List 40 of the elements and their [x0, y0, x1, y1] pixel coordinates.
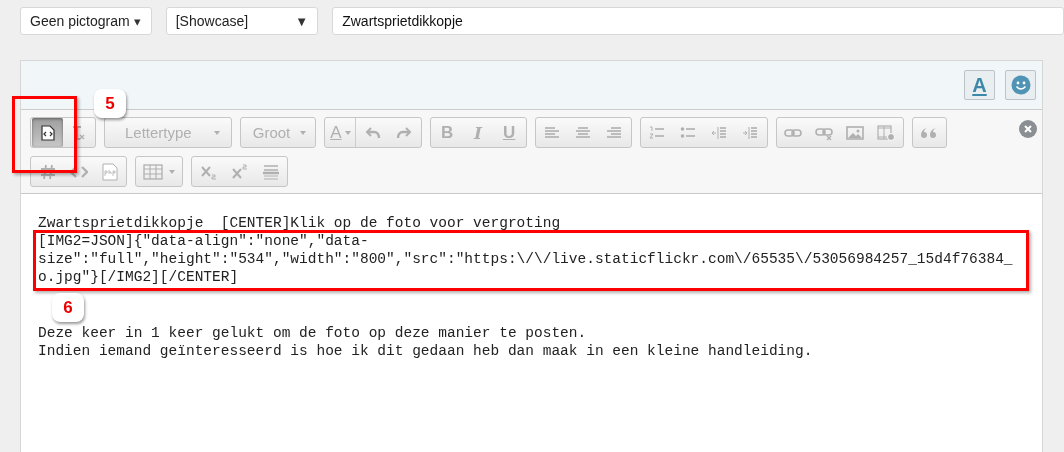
- title-field[interactable]: Zwartsprietdikkopje: [332, 7, 1064, 35]
- caret-icon: [300, 130, 307, 135]
- close-button[interactable]: [1019, 120, 1037, 138]
- step-number: 5: [94, 89, 126, 118]
- align-center-icon: [575, 124, 592, 141]
- clear-format-icon: [72, 125, 85, 140]
- smiley-button[interactable]: [1005, 70, 1036, 100]
- align-left-icon: [544, 124, 561, 141]
- prefix-dropdown[interactable]: [Showcase] ▼: [165, 7, 319, 35]
- step-number: 6: [52, 293, 84, 322]
- text-line: Indien iemand geïnteresseerd is hoe ik dit gedaan heb dan maak in een kleine handleiding.: [38, 342, 813, 360]
- caret-icon: [169, 169, 175, 174]
- table-icon: [143, 163, 163, 180]
- outdent-icon: [711, 124, 728, 141]
- text-line: size":"full","height":"534","width":"800","src":"https:\/\/live.staticflickr.com\/65535\/53056984257_15d4f76384_: [38, 250, 1013, 268]
- horizontal-rule-icon: [261, 163, 280, 180]
- undo-icon: [365, 124, 382, 141]
- smiley-icon: [1010, 75, 1031, 95]
- indent-icon: [742, 124, 759, 141]
- source-button[interactable]: [32, 118, 63, 147]
- bullet-list-icon: [680, 124, 697, 141]
- text-line: [IMG2=JSON]{"data-align":"none","data-: [38, 232, 369, 250]
- numbered-list-icon: [649, 124, 666, 141]
- image-icon: [846, 124, 865, 141]
- icon-dropdown[interactable]: Geen pictogram ▾: [20, 7, 152, 35]
- caret-icon: [344, 130, 351, 135]
- caret-icon: [213, 130, 220, 135]
- close-icon: [1024, 125, 1032, 133]
- text-line: Deze keer in 1 keer gelukt om de foto op deze manier te posten.: [38, 324, 587, 342]
- text-line: Zwartsprietdikkopje [CENTER]Klik op de foto voor vergroting: [38, 214, 561, 232]
- hashtag-icon: [39, 163, 56, 180]
- redo-icon: [396, 124, 413, 141]
- superscript-icon: [230, 163, 249, 180]
- document-code-icon: [40, 124, 55, 141]
- align-right-icon: [606, 124, 623, 141]
- php-file-icon: [101, 162, 118, 181]
- code-icon: [69, 163, 88, 180]
- text-style-button[interactable]: A: [964, 70, 995, 100]
- media-icon: [877, 124, 896, 141]
- text-line: o.jpg"}[/IMG2][/CENTER]: [38, 268, 239, 286]
